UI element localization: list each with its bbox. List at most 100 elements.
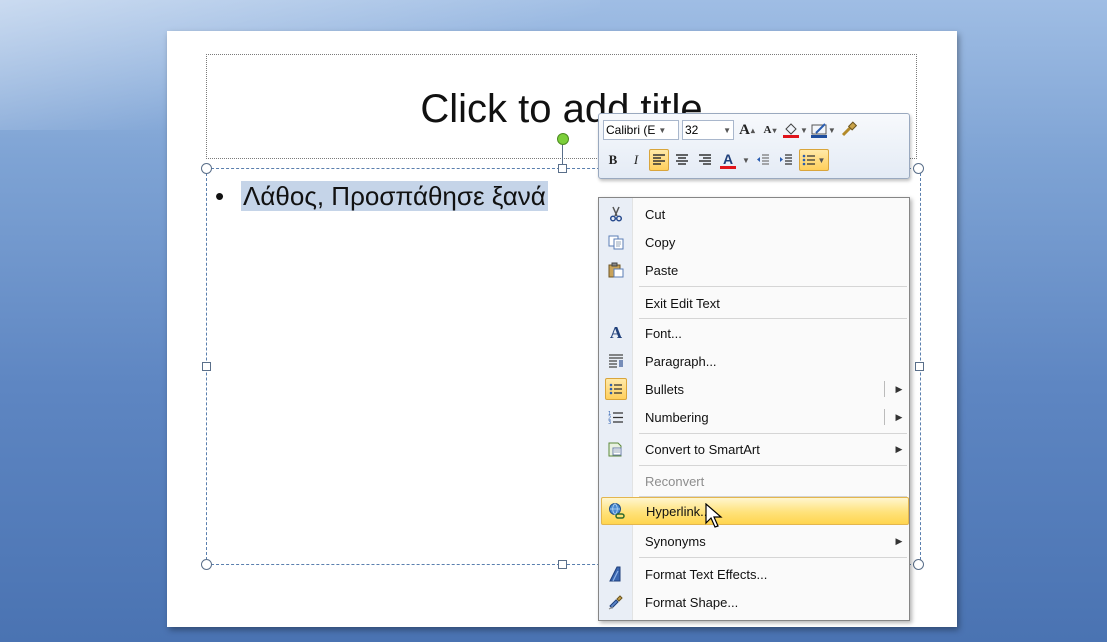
decrease-indent-button[interactable]	[753, 149, 773, 171]
bold-button[interactable]: B	[603, 149, 623, 171]
rotation-handle[interactable]	[557, 133, 569, 145]
copy-icon	[601, 234, 631, 250]
mouse-cursor-icon	[705, 503, 723, 528]
align-center-button[interactable]	[672, 149, 692, 171]
grow-font-button[interactable]: A ▴	[737, 119, 757, 141]
chevron-down-icon[interactable]: ▼	[723, 126, 731, 135]
menu-item-label: Copy	[645, 234, 676, 250]
menu-item-bullets[interactable]: Bullets ▶	[601, 376, 907, 402]
menu-item-synonyms[interactable]: Synonyms ▶	[601, 528, 907, 554]
bold-icon: B	[608, 152, 618, 167]
menu-item-exit-edit-text[interactable]: Exit Edit Text	[601, 290, 907, 316]
body-bullet-line[interactable]: • Λάθος, Προσπάθησε ξανά	[215, 181, 548, 215]
font-name-combo[interactable]: Calibri (E ▼	[603, 120, 679, 140]
align-left-icon	[653, 154, 665, 165]
menu-item-label: Hyperlink...	[646, 503, 712, 519]
chevron-down-icon[interactable]: ▼	[658, 126, 666, 135]
menu-item-label: Synonyms	[645, 533, 706, 549]
italic-button[interactable]: I	[626, 149, 646, 171]
resize-handle-top-right[interactable]	[913, 163, 924, 174]
paste-icon	[601, 262, 631, 278]
mini-toolbar: Calibri (E ▼ 32 ▼ A ▴ A ▾ ▼ ▼ B I A ▼ ▼	[598, 113, 910, 179]
menu-item-label: Bullets	[645, 381, 685, 397]
bullets-icon	[601, 378, 631, 400]
format-painter-icon	[841, 120, 857, 140]
shrink-font-icon: A	[763, 124, 772, 136]
smartart-icon	[601, 441, 631, 457]
chevron-down-icon: ▼	[742, 155, 750, 165]
font-color-icon: A	[722, 150, 734, 167]
menu-item-cut[interactable]: Cut	[601, 201, 907, 227]
menu-item-paste[interactable]: Paste	[601, 257, 907, 283]
svg-text:3: 3	[608, 420, 611, 424]
resize-handle-bottom-right[interactable]	[913, 559, 924, 570]
shrink-font-button[interactable]: A ▾	[760, 119, 780, 141]
menu-item-format-shape[interactable]: Format Shape...	[601, 589, 907, 615]
pen-line-icon	[810, 122, 827, 138]
font-color-dropdown[interactable]: ▼	[741, 149, 750, 171]
increase-indent-icon	[779, 154, 792, 165]
font-color-bar	[720, 165, 736, 169]
resize-handle-top[interactable]	[558, 164, 567, 173]
grow-font-icon: A	[739, 121, 750, 138]
paint-bucket-icon	[783, 122, 799, 138]
paragraph-icon	[601, 354, 631, 368]
font-size-value: 32	[685, 123, 699, 137]
submenu-arrow-icon[interactable]: ▶	[891, 412, 907, 423]
line-color-button[interactable]: ▼	[810, 119, 836, 141]
menu-item-numbering[interactable]: 123 Numbering ▶	[601, 404, 907, 430]
menu-separator	[639, 286, 907, 287]
scissors-icon	[601, 206, 631, 222]
resize-handle-left[interactable]	[202, 362, 211, 371]
font-color-button[interactable]: A	[718, 149, 738, 171]
align-right-button[interactable]	[695, 149, 715, 171]
resize-handle-top-left[interactable]	[201, 163, 212, 174]
font-icon: A	[609, 323, 623, 342]
menu-separator	[639, 318, 907, 319]
format-painter-button[interactable]	[839, 119, 859, 141]
align-right-icon	[699, 154, 711, 165]
menu-item-label: Format Shape...	[645, 594, 739, 610]
submenu-arrow-icon: ▶	[895, 535, 903, 546]
split-separator	[884, 381, 885, 397]
rotation-handle-stem	[562, 144, 563, 166]
resize-handle-bottom[interactable]	[558, 560, 567, 569]
align-left-button[interactable]	[649, 149, 669, 171]
resize-handle-right[interactable]	[915, 362, 924, 371]
hyperlink-icon	[602, 502, 632, 520]
menu-item-label: Format Text Effects...	[645, 566, 768, 582]
resize-handle-bottom-left[interactable]	[201, 559, 212, 570]
menu-item-label: Reconvert	[645, 473, 705, 489]
menu-item-label: Convert to SmartArt	[645, 441, 760, 457]
align-center-icon	[676, 154, 688, 165]
menu-item-label: Font...	[645, 325, 682, 341]
menu-item-copy[interactable]: Copy	[601, 229, 907, 255]
split-separator	[884, 409, 885, 425]
format-shape-icon	[601, 594, 631, 610]
menu-item-label: Exit Edit Text	[645, 295, 720, 311]
menu-item-label: Paragraph...	[645, 353, 717, 369]
bullets-icon	[803, 154, 816, 166]
font-size-combo[interactable]: 32 ▼	[682, 120, 734, 140]
submenu-arrow-icon[interactable]: ▶	[891, 384, 907, 395]
menu-item-convert-smartart[interactable]: Convert to SmartArt ▶	[601, 436, 907, 462]
menu-item-reconvert: Reconvert	[601, 468, 907, 494]
font-name-value: Calibri (E	[606, 123, 656, 137]
submenu-arrow-icon: ▶	[895, 443, 903, 454]
italic-icon: I	[633, 152, 639, 167]
menu-item-paragraph[interactable]: Paragraph...	[601, 348, 907, 374]
menu-item-label: Paste	[645, 262, 679, 278]
text-effects-icon	[601, 566, 631, 582]
chevron-down-icon: ▼	[817, 155, 826, 165]
menu-item-format-text-effects[interactable]: Format Text Effects...	[601, 561, 907, 587]
context-menu: Cut Copy Paste Exit Edit Text A Font... …	[598, 197, 910, 621]
menu-separator	[639, 465, 907, 466]
numbering-icon: 123	[601, 410, 631, 424]
fill-color-button[interactable]: ▼	[783, 119, 808, 141]
menu-item-hyperlink[interactable]: Hyperlink...	[601, 497, 909, 525]
menu-item-font[interactable]: A Font...	[601, 320, 907, 346]
menu-separator	[639, 557, 907, 558]
increase-indent-button[interactable]	[776, 149, 796, 171]
selected-body-text[interactable]: Λάθος, Προσπάθησε ξανά	[241, 181, 548, 211]
bullets-toolbar-button[interactable]: ▼	[798, 149, 829, 171]
